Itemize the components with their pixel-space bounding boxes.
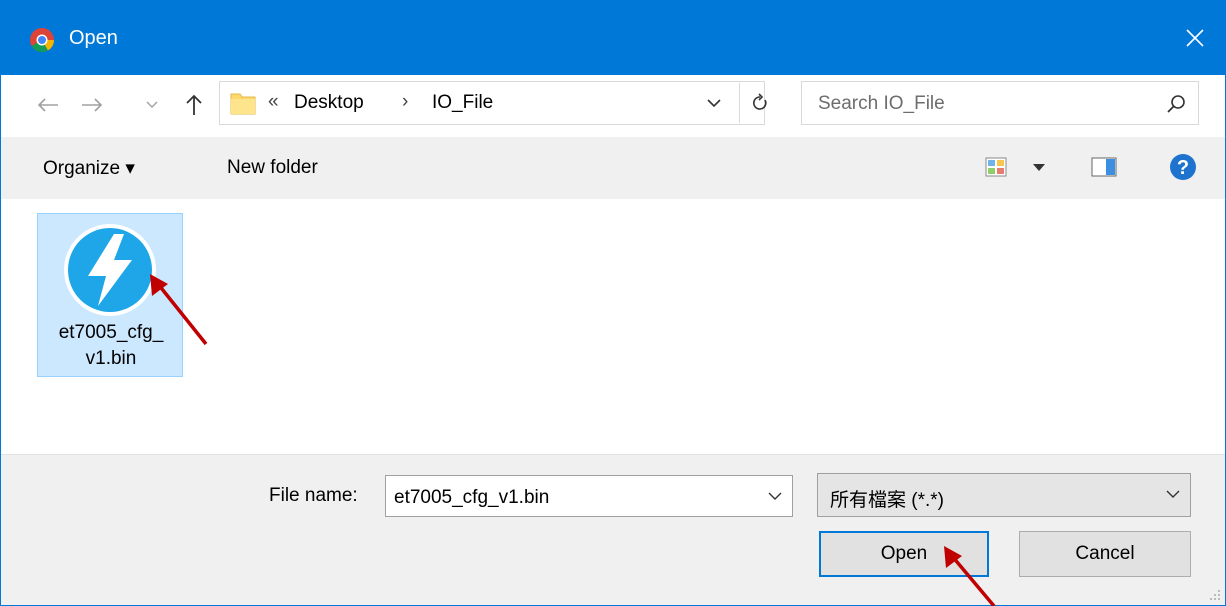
forward-arrow-icon xyxy=(82,98,103,112)
help-icon[interactable]: ? xyxy=(1169,153,1197,181)
search-placeholder: Search IO_File xyxy=(818,93,945,114)
file-name-label: et7005_cfg_ v1.bin xyxy=(38,320,184,372)
breadcrumb-io-file[interactable]: IO_File xyxy=(432,92,493,114)
chevron-down-icon[interactable] xyxy=(768,488,782,504)
file-name-text: et7005_cfg_ v1.bin xyxy=(58,322,164,369)
back-button[interactable] xyxy=(31,87,65,123)
refresh-icon xyxy=(752,93,767,110)
open-button[interactable]: Open xyxy=(819,531,989,577)
breadcrumb-separator[interactable]: › xyxy=(402,91,408,113)
file-list: et7005_cfg_ v1.bin xyxy=(1,199,1225,454)
resize-grip-icon[interactable] xyxy=(1207,587,1221,601)
forward-button[interactable] xyxy=(75,87,109,123)
file-name-field[interactable]: et7005_cfg_v1.bin xyxy=(385,475,793,517)
address-dropdown-button[interactable] xyxy=(701,91,727,115)
file-type-select[interactable]: 所有檔案 (*.*) xyxy=(817,473,1191,517)
dialog-footer: File name: et7005_cfg_v1.bin 所有檔案 (*.*) … xyxy=(1,454,1225,605)
file-name-field-label: File name: xyxy=(269,485,358,506)
refresh-button[interactable] xyxy=(739,83,779,123)
title-bar: Open xyxy=(1,1,1225,75)
preview-pane-icon[interactable] xyxy=(1091,157,1117,177)
open-file-dialog: Open « Desktop › IO_File Search IO_File … xyxy=(0,0,1226,606)
up-button[interactable] xyxy=(179,87,209,123)
new-folder-button[interactable]: New folder xyxy=(227,157,318,179)
lightning-bolt-icon xyxy=(64,224,156,316)
folder-icon xyxy=(230,93,256,115)
recent-locations-button[interactable] xyxy=(141,87,163,123)
command-toolbar: Organize ▾ New folder ? xyxy=(1,137,1225,199)
up-arrow-icon xyxy=(186,94,202,115)
search-icon xyxy=(1167,95,1185,113)
change-view-icon[interactable] xyxy=(985,157,1007,177)
address-bar[interactable]: « Desktop › IO_File xyxy=(219,81,765,125)
chevron-down-icon xyxy=(707,98,721,107)
back-arrow-icon xyxy=(37,98,58,112)
cancel-button[interactable]: Cancel xyxy=(1019,531,1191,577)
svg-text:?: ? xyxy=(1177,157,1189,179)
view-options-dropdown-icon[interactable] xyxy=(1033,164,1045,172)
close-icon xyxy=(1186,29,1204,47)
chevron-down-icon xyxy=(146,101,158,108)
file-type-value: 所有檔案 (*.*) xyxy=(830,490,945,511)
chevron-down-icon xyxy=(1166,490,1180,498)
file-name-value: et7005_cfg_v1.bin xyxy=(394,487,550,508)
chrome-icon xyxy=(30,28,54,53)
dialog-title: Open xyxy=(69,27,118,49)
search-input[interactable]: Search IO_File xyxy=(801,81,1199,125)
breadcrumb-desktop[interactable]: Desktop xyxy=(294,92,364,114)
organize-button[interactable]: Organize ▾ xyxy=(43,157,135,180)
overflow-chevron[interactable]: « xyxy=(268,91,279,113)
close-button[interactable] xyxy=(1165,1,1225,75)
file-item-et7005-cfg[interactable]: et7005_cfg_ v1.bin xyxy=(37,213,183,377)
